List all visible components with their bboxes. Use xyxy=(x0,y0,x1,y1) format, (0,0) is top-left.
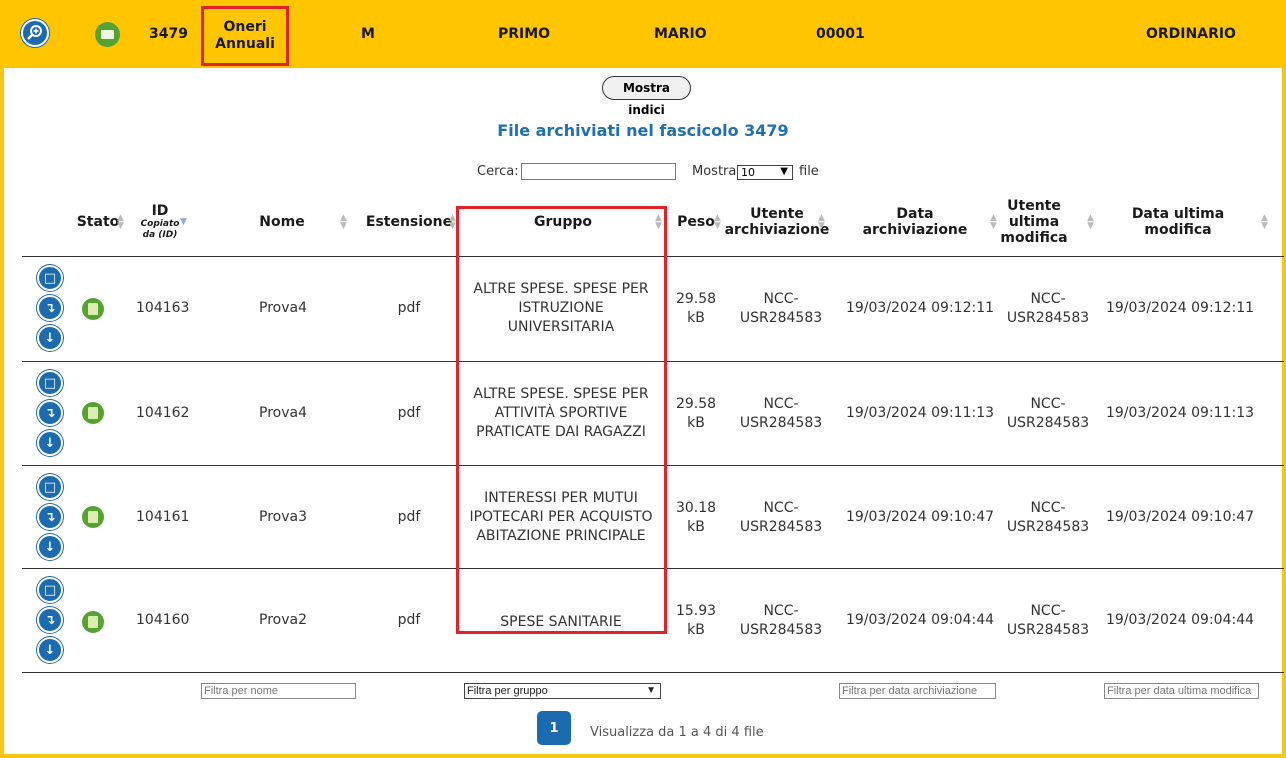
filter-data-modifica-input[interactable]: Filtra per data ultima modifica xyxy=(1104,683,1259,699)
cell-id: 104162 xyxy=(136,405,190,421)
cell-utente-arch: NCC-USR284583 xyxy=(739,395,823,431)
cell-ext: pdf xyxy=(397,612,421,628)
cell-utente-arch: NCC-USR284583 xyxy=(739,602,823,638)
page-size-select[interactable]: 10 ▼ xyxy=(737,165,793,180)
search-label: Cerca: xyxy=(477,164,519,179)
filter-gruppo-select[interactable]: Filtra per gruppo ▼ xyxy=(464,683,661,699)
name-field: MARIO xyxy=(654,26,707,42)
practice-id: 3479 xyxy=(149,26,188,42)
table-bottom-divider xyxy=(22,672,1284,673)
status-icon xyxy=(82,298,104,320)
cell-id: 104160 xyxy=(136,612,190,628)
show-label: Mostra xyxy=(692,164,737,179)
sort-icon: ▲ ▼ xyxy=(818,213,825,231)
status-icon xyxy=(82,506,104,528)
sort-icon: ▲ ▼ xyxy=(1087,213,1094,231)
sort-icon: ▲ ▼ xyxy=(1261,213,1268,231)
copy-document-icon[interactable]: ↴ xyxy=(37,295,63,321)
zoom-in-icon[interactable] xyxy=(21,19,49,47)
surname-field: PRIMO xyxy=(498,26,551,42)
cell-nome: Prova2 xyxy=(259,612,307,628)
sort-icon: ▲ ▼ xyxy=(449,213,456,231)
cell-nome: Prova3 xyxy=(259,509,307,525)
sort-desc-icon: ▼ xyxy=(180,217,187,227)
download-icon[interactable]: ↓ xyxy=(37,325,63,351)
filter-data-archiviazione-input[interactable]: Filtra per data archiviazione xyxy=(839,683,996,699)
cell-data-mod: 19/03/2024 09:11:13 xyxy=(1105,405,1255,421)
cell-utente-mod: NCC-USR284583 xyxy=(1006,602,1090,638)
page-1-button[interactable]: 1 xyxy=(537,711,571,745)
search-input[interactable] xyxy=(521,163,676,180)
cell-utente-mod: NCC-USR284583 xyxy=(1006,395,1090,431)
pagination-info: Visualizza da 1 a 4 di 4 file xyxy=(590,725,764,740)
cell-nome: Prova4 xyxy=(259,405,307,421)
header-bar: 3479 Oneri Annuali M PRIMO MARIO 00001 O… xyxy=(0,0,1286,68)
pdf-icon[interactable]: □ xyxy=(37,265,63,291)
col-data-modifica[interactable]: Data ultima modifica xyxy=(1098,192,1258,252)
download-icon[interactable]: ↓ xyxy=(37,637,63,663)
status-icon xyxy=(82,402,104,424)
cell-data-arch: 19/03/2024 09:12:11 xyxy=(845,300,995,316)
sex-field: M xyxy=(361,26,375,42)
sort-icon: ▲ ▼ xyxy=(117,213,124,231)
col-utente-archiviazione[interactable]: Utente archiviazione xyxy=(725,192,830,252)
cell-utente-arch: NCC-USR284583 xyxy=(739,499,823,535)
pdf-icon[interactable]: □ xyxy=(37,474,63,500)
cell-utente-arch: NCC-USR284583 xyxy=(739,290,823,326)
cell-id: 104163 xyxy=(136,300,190,316)
cell-peso: 29.58 kB xyxy=(675,290,717,326)
show-index-button[interactable]: Mostra indici xyxy=(602,76,691,117)
cell-data-mod: 19/03/2024 09:10:47 xyxy=(1105,509,1255,525)
cell-nome: Prova4 xyxy=(259,300,307,316)
filter-nome-input[interactable]: Filtra per nome xyxy=(201,683,356,699)
type-field: ORDINARIO xyxy=(1146,26,1236,42)
download-icon[interactable]: ↓ xyxy=(37,534,63,560)
sort-icon: ▲ ▼ xyxy=(340,213,347,231)
sort-icon: ▲ ▼ xyxy=(990,213,997,231)
col-data-archiviazione[interactable]: Data archiviazione xyxy=(850,192,980,252)
cell-data-mod: 19/03/2024 09:12:11 xyxy=(1105,300,1255,316)
pdf-icon[interactable]: □ xyxy=(37,370,63,396)
cell-id: 104161 xyxy=(136,509,190,525)
cell-peso: 30.18 kB xyxy=(675,499,717,535)
col-estensione[interactable]: Estensione xyxy=(366,192,452,252)
page-title: File archiviati nel fascicolo 3479 xyxy=(497,121,789,140)
file-label: file xyxy=(799,164,819,179)
cell-utente-mod: NCC-USR284583 xyxy=(1006,499,1090,535)
pdf-icon[interactable]: □ xyxy=(37,577,63,603)
cell-ext: pdf xyxy=(397,405,421,421)
cell-peso: 29.58 kB xyxy=(675,395,717,431)
cell-data-arch: 19/03/2024 09:04:44 xyxy=(845,612,995,628)
cell-utente-mod: NCC-USR284583 xyxy=(1006,290,1090,326)
folder-icon[interactable] xyxy=(95,22,120,47)
cell-peso: 15.93 kB xyxy=(675,602,717,638)
copy-document-icon[interactable]: ↴ xyxy=(37,400,63,426)
chevron-down-icon: ▼ xyxy=(646,685,656,696)
code-field: 00001 xyxy=(816,26,865,42)
cell-data-arch: 19/03/2024 09:10:47 xyxy=(845,509,995,525)
col-nome[interactable]: Nome xyxy=(252,192,312,252)
tab-oneri-annuali[interactable]: Oneri Annuali xyxy=(201,6,289,66)
sort-icon: ▲ ▼ xyxy=(714,213,721,231)
status-icon xyxy=(82,611,104,633)
chevron-down-icon: ▼ xyxy=(780,166,788,177)
gruppo-highlight-box xyxy=(456,206,667,634)
download-icon[interactable]: ↓ xyxy=(37,430,63,456)
col-peso[interactable]: Peso xyxy=(676,192,716,252)
col-stato[interactable]: Stato xyxy=(76,192,120,252)
cell-data-mod: 19/03/2024 09:04:44 xyxy=(1105,612,1255,628)
copy-document-icon[interactable]: ↴ xyxy=(37,504,63,530)
cell-data-arch: 19/03/2024 09:11:13 xyxy=(845,405,995,421)
col-utente-modifica[interactable]: Utente ultima modifica xyxy=(1000,192,1067,252)
cell-ext: pdf xyxy=(397,509,421,525)
copy-document-icon[interactable]: ↴ xyxy=(37,607,63,633)
cell-ext: pdf xyxy=(397,300,421,316)
